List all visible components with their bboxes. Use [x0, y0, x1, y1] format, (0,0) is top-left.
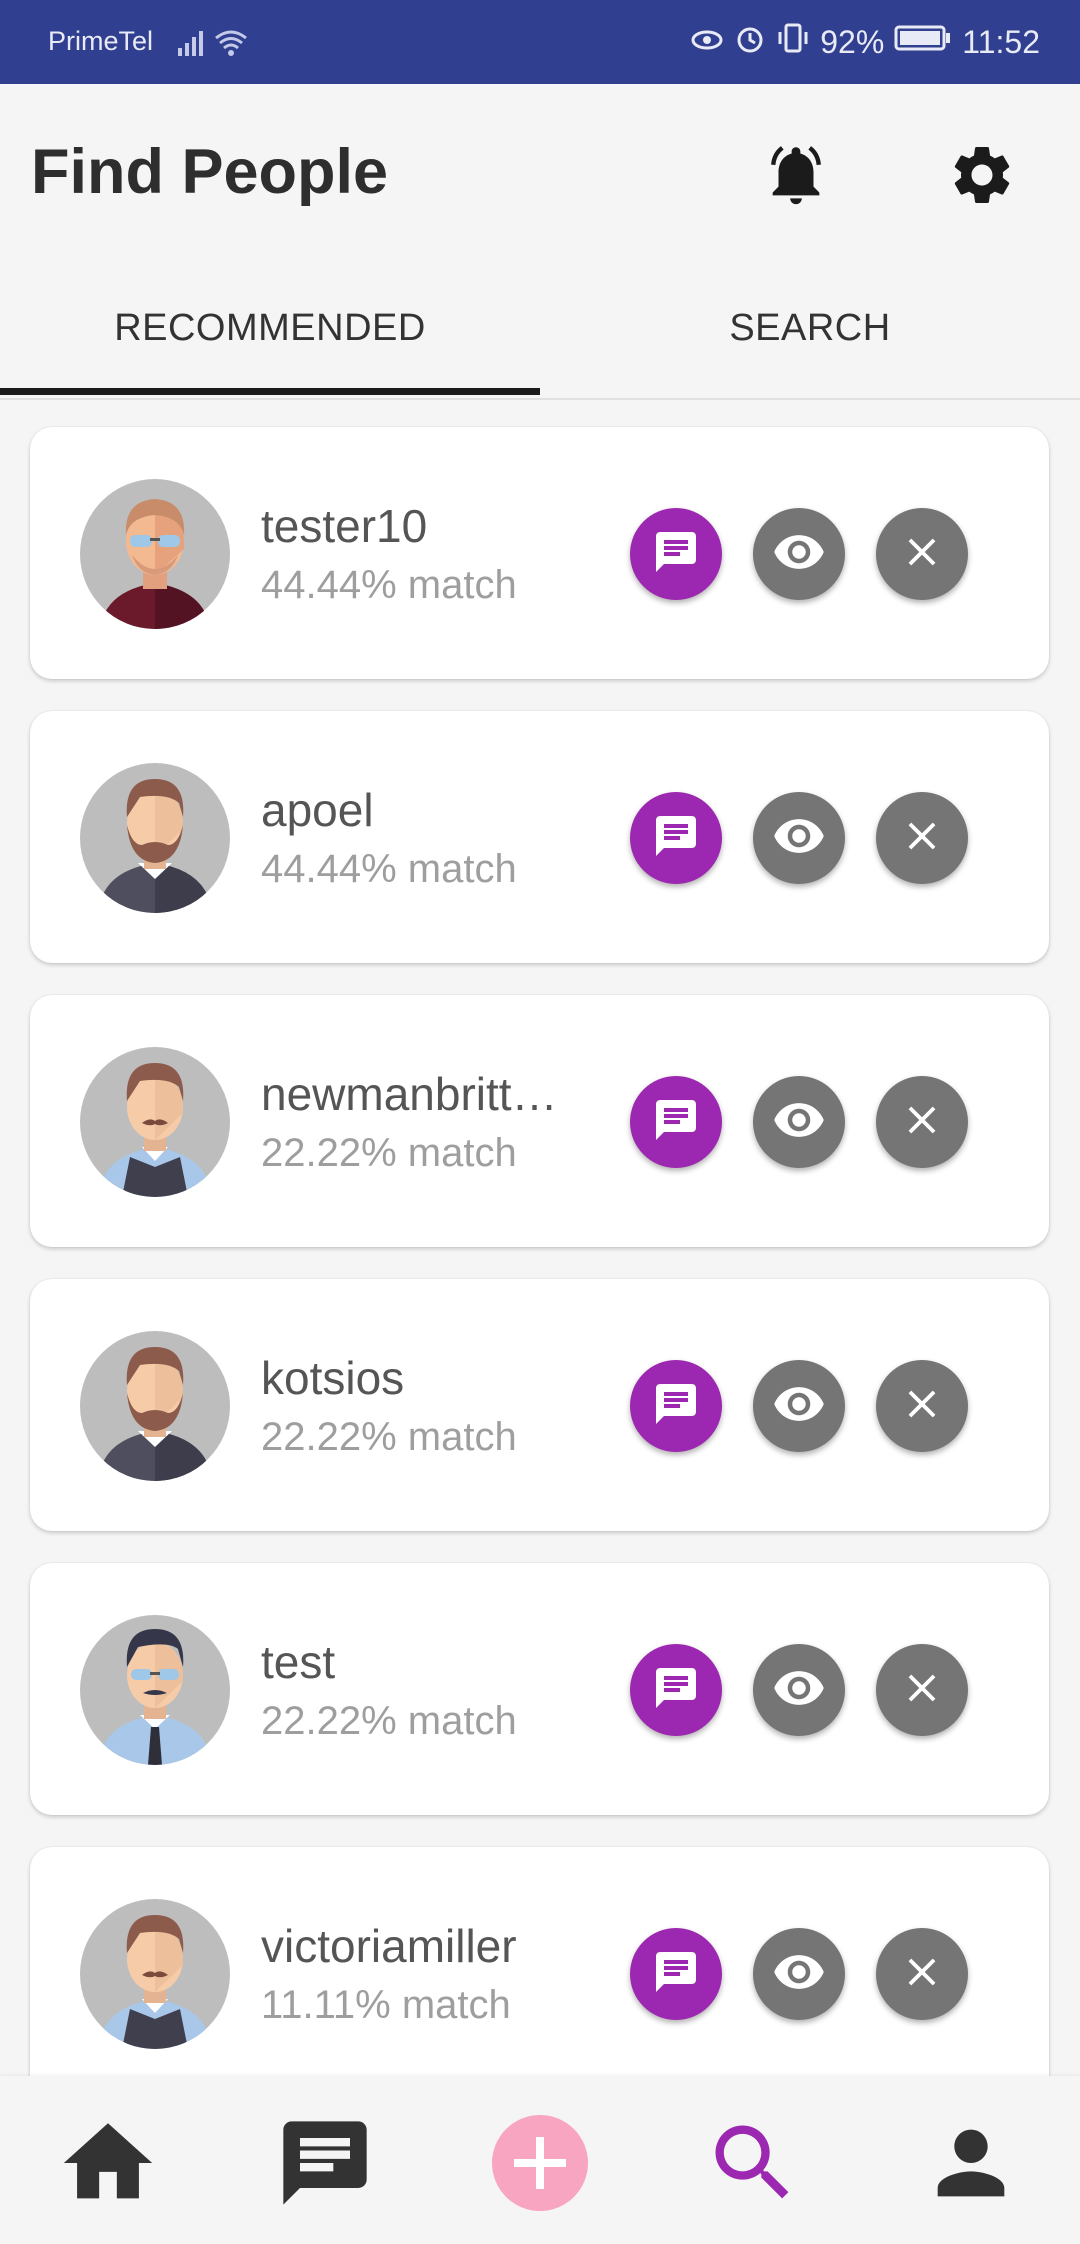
person-card: newmanbritt… 22.22% match [30, 995, 1049, 1247]
person-name[interactable]: tester10 [261, 499, 561, 553]
tab-search[interactable]: SEARCH [540, 260, 1080, 396]
nav-profile-button[interactable] [916, 2110, 1026, 2220]
person-card: tester10 44.44% match [30, 427, 1049, 679]
nav-add-button[interactable] [485, 2110, 595, 2220]
chat-icon [652, 1948, 700, 2001]
signal-wifi-icon [176, 26, 256, 63]
chat-icon [652, 1096, 700, 1149]
search-icon [703, 2113, 803, 2218]
view-profile-button[interactable] [753, 1928, 845, 2020]
nav-messages-button[interactable] [270, 2110, 380, 2220]
chat-button[interactable] [630, 1076, 722, 1168]
clock-time: 11:52 [962, 23, 1040, 60]
avatar[interactable] [80, 1047, 230, 1197]
person-name[interactable]: test [261, 1635, 561, 1689]
nav-home-button[interactable] [53, 2110, 163, 2220]
eye-icon [772, 1945, 826, 2004]
app-bar: Find People [0, 84, 1080, 260]
match-percentage: 22.22% match [261, 1415, 517, 1459]
settings-button[interactable] [937, 132, 1027, 222]
avatar[interactable] [80, 479, 230, 629]
view-profile-button[interactable] [753, 1076, 845, 1168]
match-percentage: 44.44% match [261, 847, 517, 891]
bell-icon [761, 140, 831, 215]
chat-button[interactable] [630, 1644, 722, 1736]
home-icon [55, 2110, 161, 2221]
active-tab-indicator [0, 388, 540, 395]
close-icon [899, 529, 945, 580]
match-percentage: 22.22% match [261, 1699, 517, 1743]
dismiss-button[interactable] [876, 508, 968, 600]
person-card: apoel 44.44% match [30, 711, 1049, 963]
person-card: kotsios 22.22% match [30, 1279, 1049, 1531]
close-icon [899, 1949, 945, 2000]
person-name[interactable]: victoriamiller [261, 1919, 561, 1973]
tab-recommended[interactable]: RECOMMENDED [0, 260, 540, 396]
people-list: tester10 44.44% match apoel 44.44% match… [0, 400, 1080, 2076]
dismiss-button[interactable] [876, 1928, 968, 2020]
chat-button[interactable] [630, 1360, 722, 1452]
chat-icon [652, 1380, 700, 1433]
eye-comfort-icon [690, 23, 724, 61]
avatar[interactable] [80, 1899, 230, 2049]
battery-icon [894, 23, 952, 61]
gear-icon [947, 140, 1017, 215]
eye-icon [772, 1377, 826, 1436]
notifications-button[interactable] [751, 132, 841, 222]
eye-icon [772, 1093, 826, 1152]
close-icon [899, 1665, 945, 1716]
avatar[interactable] [80, 763, 230, 913]
person-name[interactable]: kotsios [261, 1351, 561, 1405]
profile-icon [921, 2113, 1021, 2218]
vibrate-icon [776, 22, 810, 62]
tab-bar: RECOMMENDED SEARCH [0, 260, 1080, 400]
match-percentage: 44.44% match [261, 563, 517, 607]
dismiss-button[interactable] [876, 1644, 968, 1736]
nav-search-button[interactable] [698, 2110, 808, 2220]
add-icon [490, 2113, 590, 2218]
eye-icon [772, 1661, 826, 1720]
messages-icon [275, 2113, 375, 2218]
carrier-name: PrimeTel [48, 26, 154, 56]
close-icon [899, 1381, 945, 1432]
chat-button[interactable] [630, 792, 722, 884]
view-profile-button[interactable] [753, 792, 845, 884]
battery-percent: 92% [820, 23, 885, 60]
dismiss-button[interactable] [876, 792, 968, 884]
chat-button[interactable] [630, 508, 722, 600]
close-icon [899, 813, 945, 864]
close-icon [899, 1097, 945, 1148]
match-percentage: 11.11% match [261, 1983, 511, 2027]
chat-icon [652, 528, 700, 581]
eye-icon [772, 809, 826, 868]
avatar[interactable] [80, 1615, 230, 1765]
person-name[interactable]: newmanbritt… [261, 1067, 561, 1121]
person-name[interactable]: apoel [261, 783, 561, 837]
chat-icon [652, 812, 700, 865]
alarm-icon [734, 22, 766, 62]
view-profile-button[interactable] [753, 1360, 845, 1452]
bottom-navigation [0, 2076, 1080, 2244]
view-profile-button[interactable] [753, 508, 845, 600]
match-percentage: 22.22% match [261, 1131, 517, 1175]
person-card: victoriamiller 11.11% match [30, 1847, 1049, 2076]
avatar[interactable] [80, 1331, 230, 1481]
status-bar: PrimeTel 92% 11:52 [0, 0, 1080, 84]
chat-button[interactable] [630, 1928, 722, 2020]
chat-icon [652, 1664, 700, 1717]
dismiss-button[interactable] [876, 1360, 968, 1452]
person-card: test 22.22% match [30, 1563, 1049, 1815]
page-title: Find People [31, 137, 389, 207]
eye-icon [772, 525, 826, 584]
view-profile-button[interactable] [753, 1644, 845, 1736]
dismiss-button[interactable] [876, 1076, 968, 1168]
